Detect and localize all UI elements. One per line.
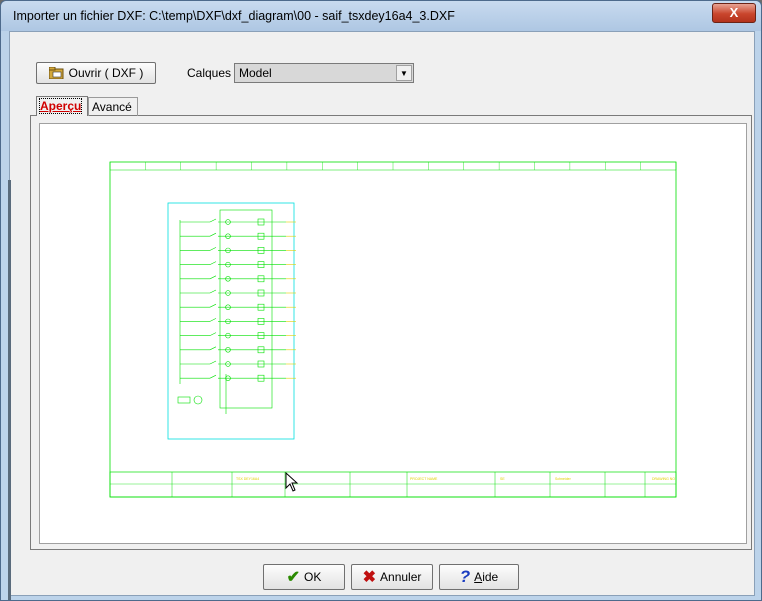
ok-button[interactable]: ✔ OK: [263, 564, 345, 590]
close-button[interactable]: X: [712, 3, 756, 23]
cancel-button[interactable]: ✖ Annuler: [351, 564, 433, 590]
ok-label: OK: [304, 570, 322, 584]
help-label: Aide: [474, 570, 499, 584]
folder-open-icon: [48, 66, 65, 80]
open-dxf-label: Ouvrir ( DXF ): [68, 66, 144, 80]
title-block-text: PROJECT NAME: [410, 477, 438, 481]
dxf-preview-area[interactable]: TSX DEY16A4 PROJECT NAME SE Schneider DRAWIN…: [39, 123, 747, 544]
help-button[interactable]: ? Aide: [439, 564, 519, 590]
close-icon: X: [729, 5, 739, 20]
mouse-cursor-icon: [285, 472, 299, 492]
question-mark-icon: ?: [459, 567, 471, 586]
red-x-icon: ✖: [362, 569, 377, 586]
tab-avance-label: Avancé: [92, 100, 132, 114]
title-block-text: TSX DEY16A4: [236, 477, 259, 481]
calques-select[interactable]: Model ▼: [234, 63, 414, 83]
title-block-text: Schneider: [555, 477, 572, 481]
checkmark-icon: ✔: [286, 569, 301, 586]
title-block-text: SE: [500, 477, 505, 481]
cancel-label: Annuler: [380, 570, 422, 584]
window-title: Importer un fichier DXF: C:\temp\DXF\dxf…: [13, 9, 455, 23]
tab-avance[interactable]: Avancé: [88, 97, 138, 116]
calques-select-value: Model: [239, 66, 272, 80]
title-bar[interactable]: Importer un fichier DXF: C:\temp\DXF\dxf…: [1, 1, 761, 31]
tab-apercu[interactable]: Aperçu: [36, 96, 88, 116]
dxf-drawing: TSX DEY16A4 PROJECT NAME SE Schneider DRAWIN…: [109, 161, 677, 498]
open-dxf-button[interactable]: Ouvrir ( DXF ): [36, 62, 156, 84]
left-edge-strip: [8, 180, 11, 600]
chevron-down-icon[interactable]: ▼: [396, 65, 412, 81]
tab-apercu-label: Aperçu: [38, 98, 83, 114]
calques-label: Calques: [187, 66, 232, 80]
title-block-text: DRAWING NO: [652, 477, 675, 481]
